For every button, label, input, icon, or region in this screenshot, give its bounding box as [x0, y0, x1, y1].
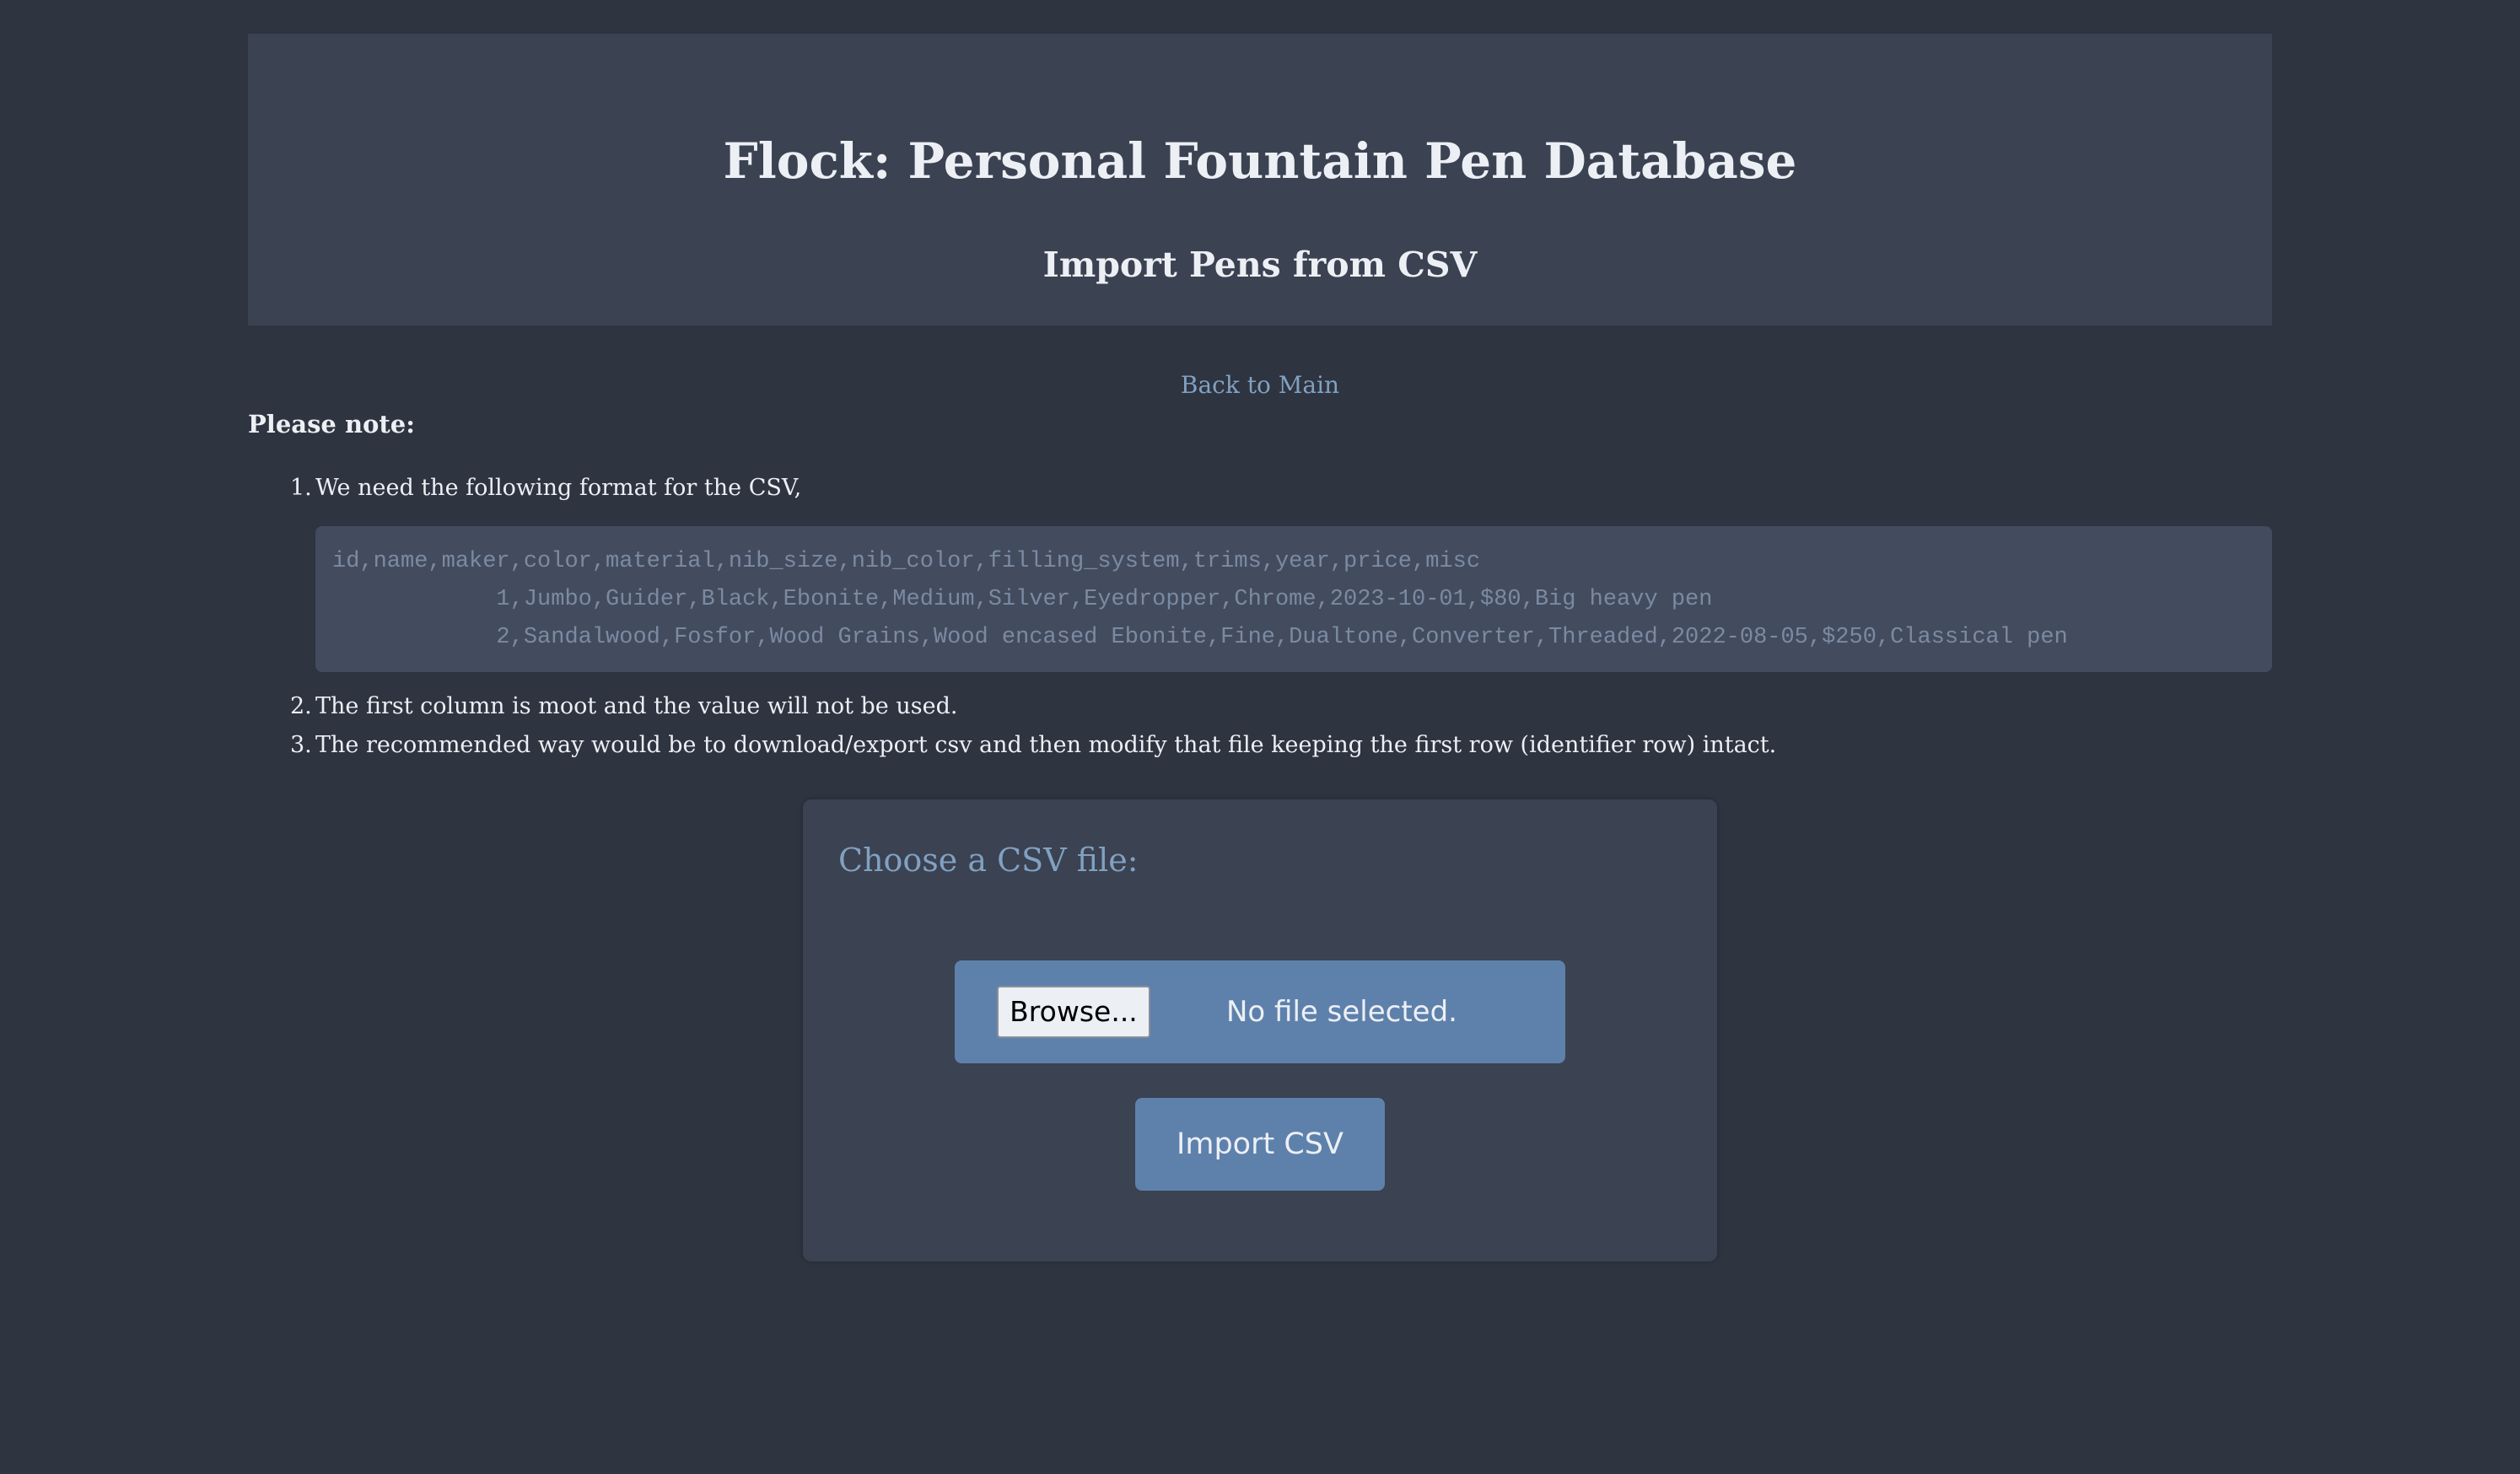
page-subtitle: Import Pens from CSV — [1042, 245, 1478, 285]
list-item: 2. The first column is moot and the valu… — [248, 687, 2272, 726]
csv-format-code-block: id,name,maker,color,material,nib_size,ni… — [315, 525, 2272, 672]
page-title: Flock: Personal Fountain Pen Database — [723, 132, 1797, 190]
file-input[interactable]: Browse... No file selected. — [955, 960, 1565, 1063]
upload-form-card: Choose a CSV file: Browse... No file sel… — [803, 799, 1717, 1262]
list-item-text: The first column is moot and the value w… — [315, 692, 958, 719]
page: Flock: Personal Fountain Pen Database Im… — [0, 0, 2520, 1474]
list-item: 1. We need the following format for the … — [248, 469, 2272, 672]
list-item-text: We need the following format for the CSV… — [315, 475, 802, 501]
back-to-main-link[interactable]: Back to Main — [0, 371, 2520, 399]
file-input-label: Choose a CSV file: — [838, 842, 1139, 879]
code-line: 1,Jumbo,Guider,Black,Ebonite,Medium,Silv… — [332, 586, 1713, 612]
import-csv-button[interactable]: Import CSV — [1135, 1098, 1385, 1191]
list-item-text: The recommended way would be to download… — [315, 731, 1777, 758]
list-item-number: 3. — [290, 731, 312, 758]
code-line: id,name,maker,color,material,nib_size,ni… — [332, 548, 1481, 574]
list-item-number: 1. — [290, 475, 312, 501]
browse-button[interactable]: Browse... — [997, 986, 1150, 1038]
notes-title: Please note: — [248, 410, 415, 438]
list-item: 3. The recommended way would be to downl… — [248, 726, 2272, 765]
list-item-number: 2. — [290, 692, 312, 719]
file-status-text: No file selected. — [1226, 995, 1457, 1029]
code-line: 2,Sandalwood,Fosfor,Wood Grains,Wood enc… — [332, 624, 2068, 650]
notes-list: 1. We need the following format for the … — [248, 469, 2272, 765]
page-header: Flock: Personal Fountain Pen Database Im… — [248, 34, 2272, 325]
